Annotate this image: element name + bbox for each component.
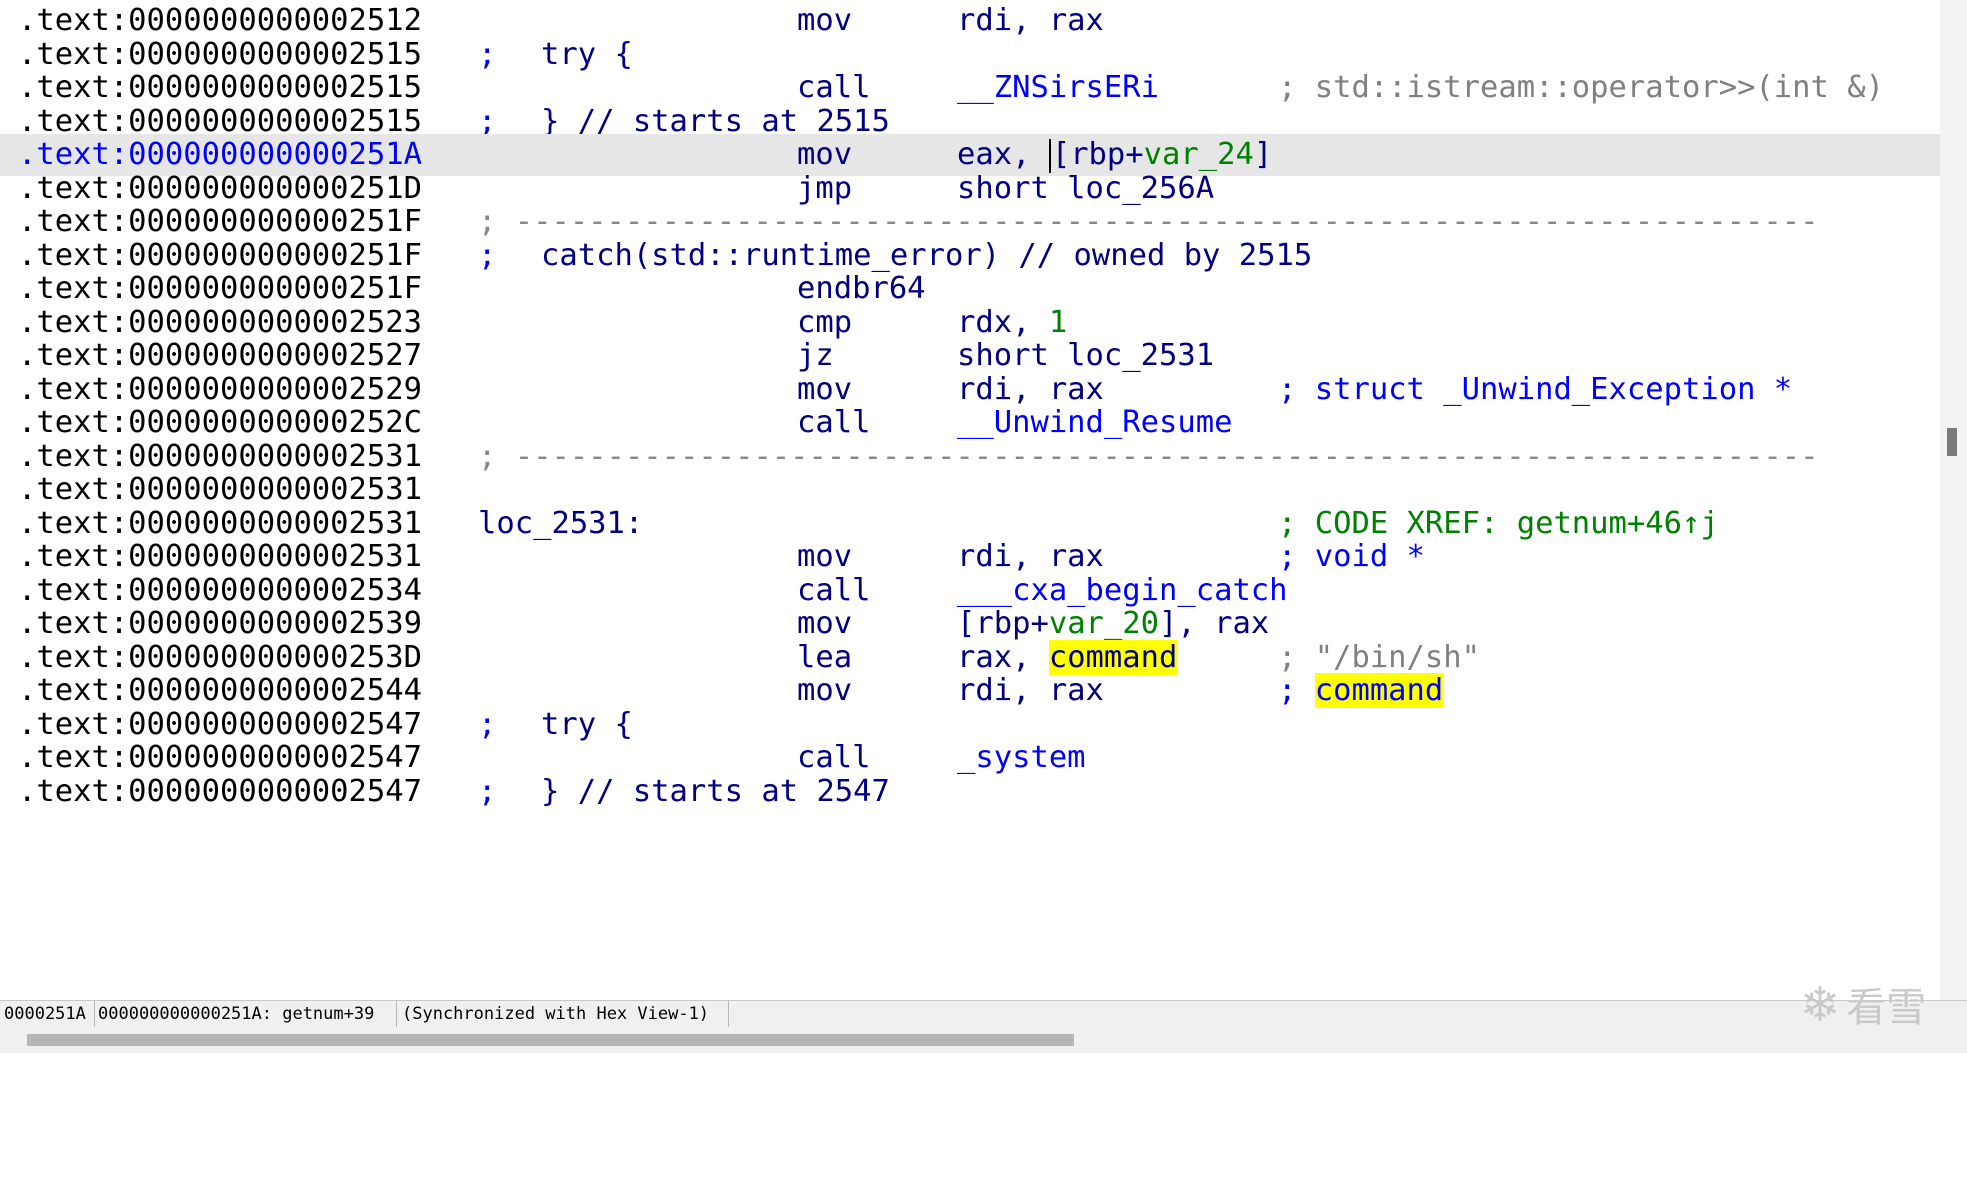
horizontal-scrollbar[interactable] <box>0 1028 1967 1053</box>
snowflake-icon: ❄ <box>1800 977 1841 1033</box>
status-sync: (Synchronized with Hex View-1) <box>402 1004 710 1024</box>
listing-line[interactable]: .text:0000000000002547 ; } // starts at … <box>0 771 1940 813</box>
status-bar: 0000251A 000000000000251A: getnum+39 (Sy… <box>0 1000 1967 1028</box>
try-end-comment: } // starts at 2547 <box>541 773 890 809</box>
status-file-offset: 0000251A <box>4 1004 86 1024</box>
comment-marker: ; <box>478 773 497 809</box>
watermark: ❄ 看雪 <box>1800 975 1926 1035</box>
status-location: 000000000000251A: getnum+39 <box>98 1004 375 1024</box>
address: .text:0000000000002547 <box>18 773 422 809</box>
status-separator <box>728 1001 729 1027</box>
vertical-scrollbar[interactable] <box>1940 0 1967 1000</box>
watermark-text: 看雪 <box>1846 985 1927 1031</box>
horizontal-scrollbar-thumb[interactable] <box>27 1034 1074 1046</box>
vertical-scrollbar-thumb[interactable] <box>1947 428 1957 456</box>
status-separator <box>396 1001 397 1027</box>
status-separator <box>94 1001 95 1027</box>
disassembly-listing[interactable]: .text:0000000000002512 mov rdi, rax .tex… <box>0 0 1940 1000</box>
